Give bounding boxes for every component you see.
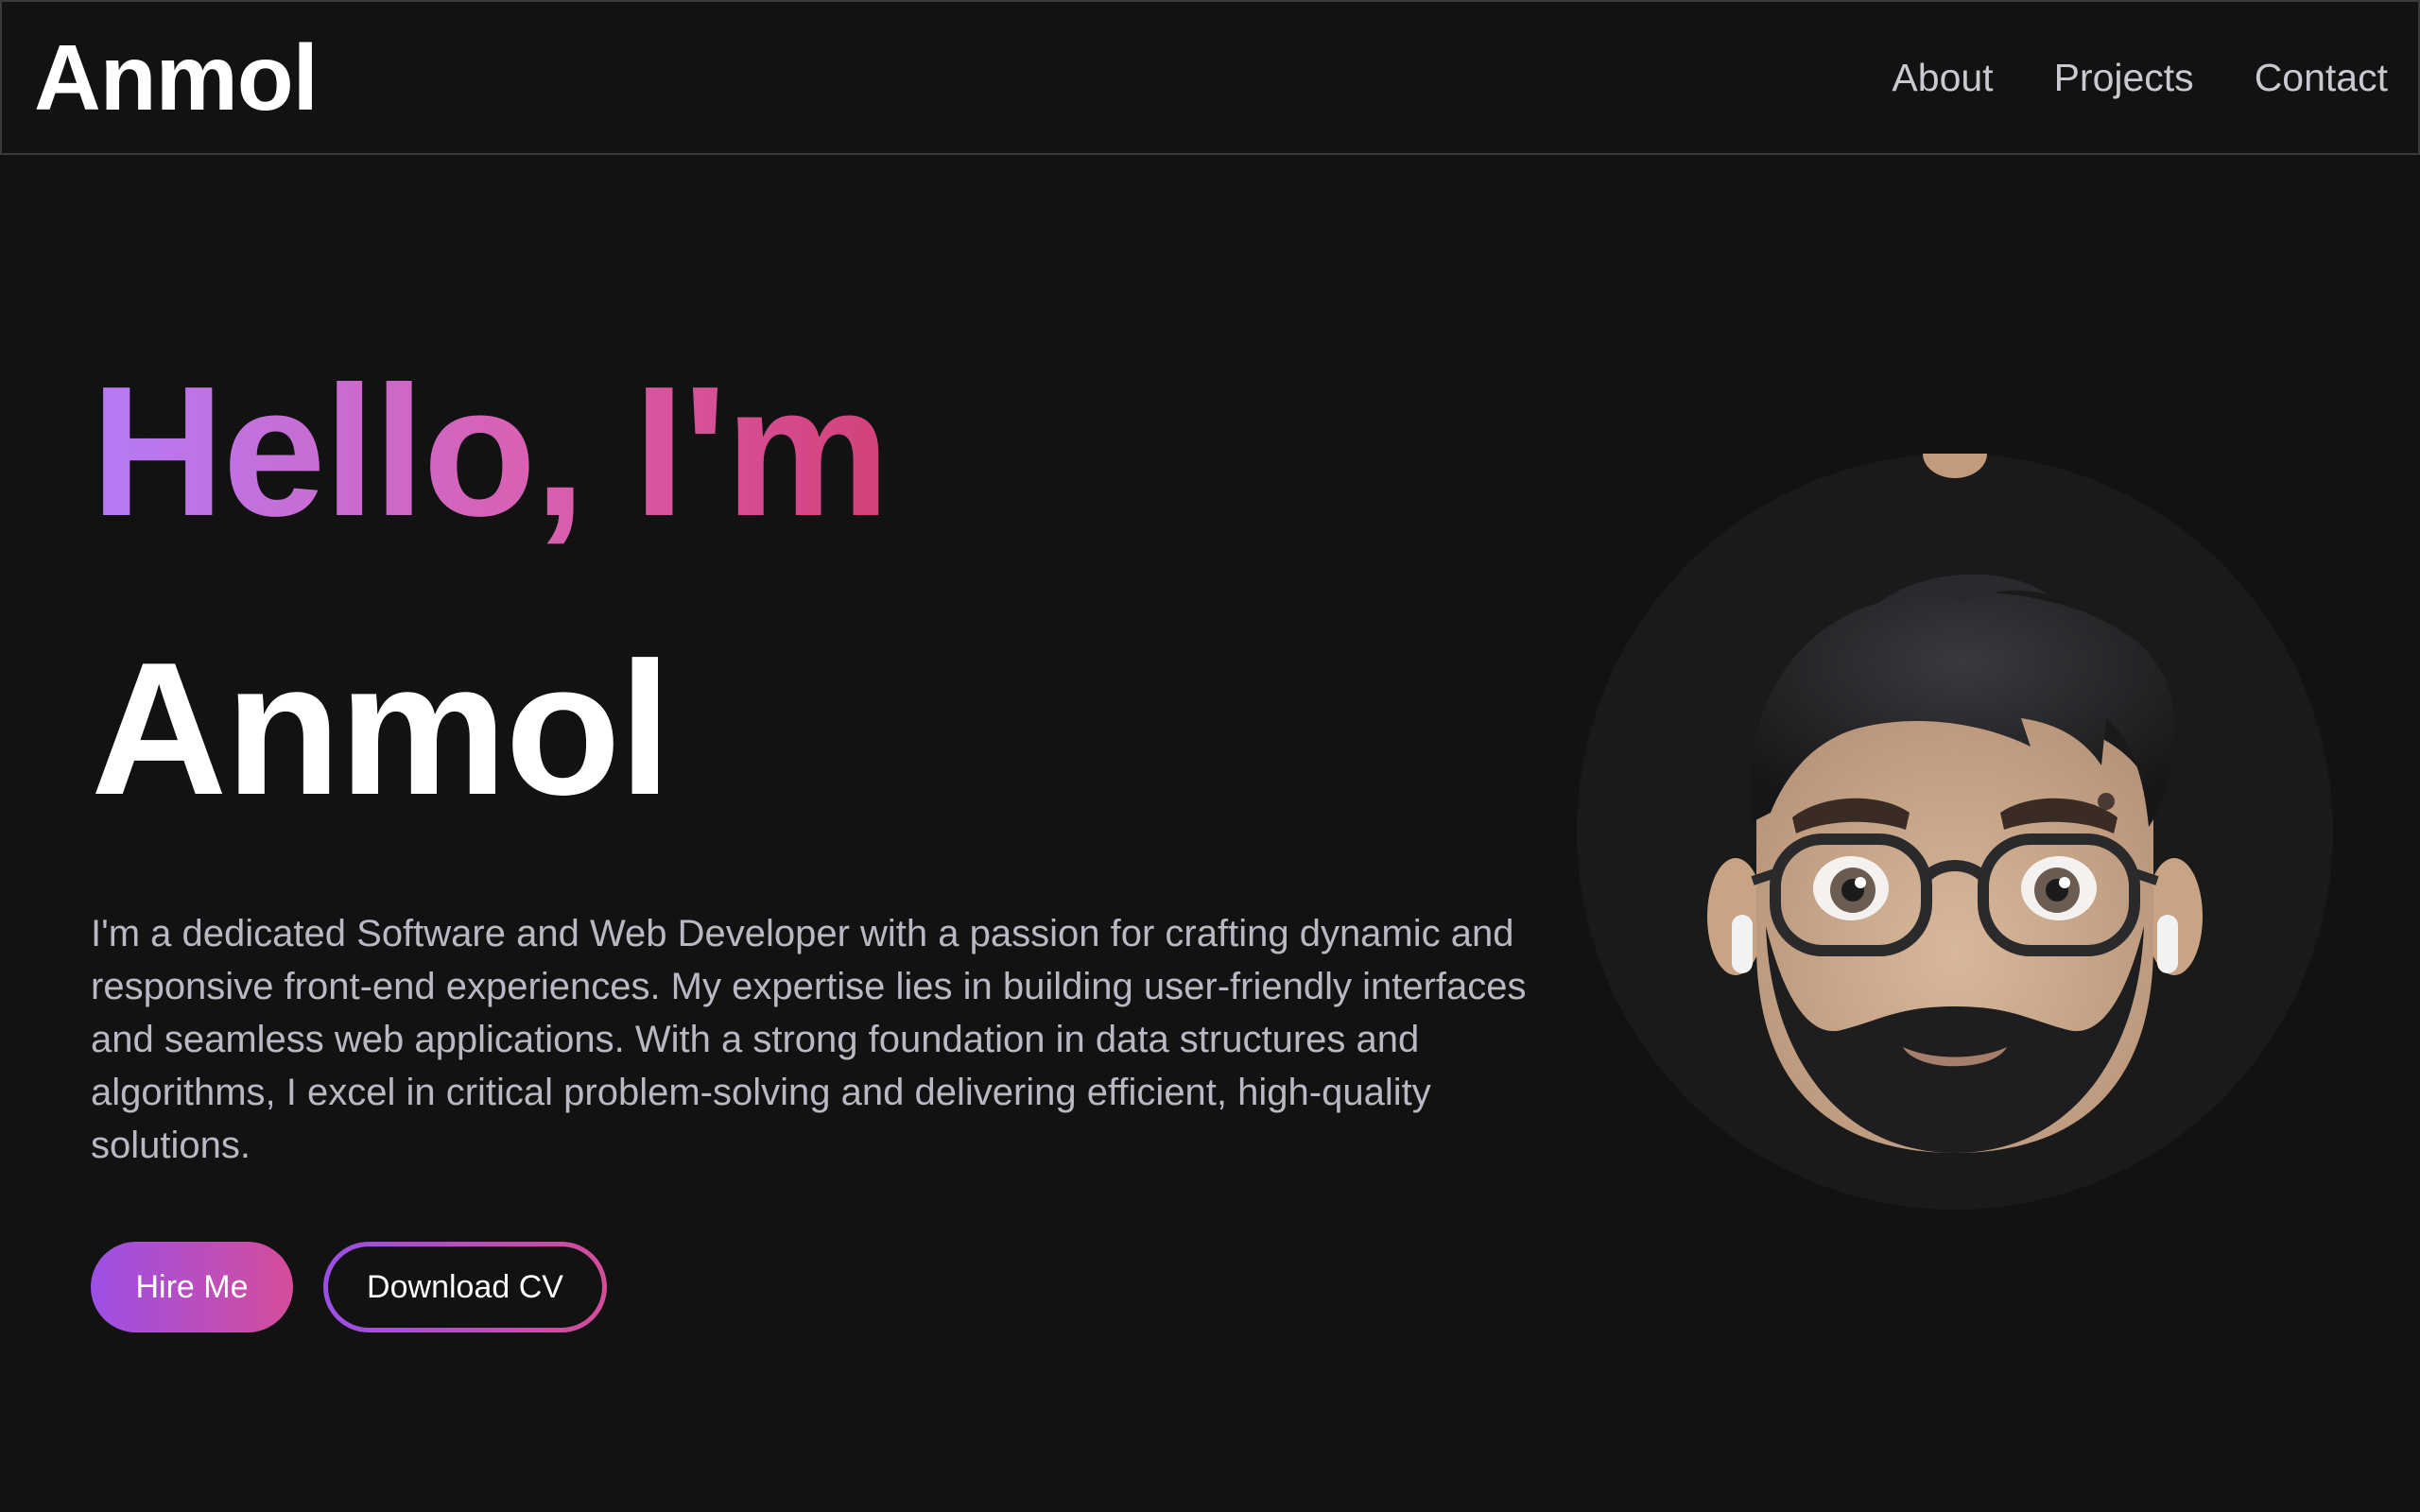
portfolio-page: Anmol About Projects Contact Hello, I'm … bbox=[0, 0, 2420, 1512]
brand-logo[interactable]: Anmol bbox=[34, 31, 319, 124]
hero-greeting: Hello, I'm bbox=[91, 359, 890, 573]
avatar bbox=[1577, 454, 2333, 1210]
hero-name: Anmol bbox=[91, 624, 671, 834]
nav-link-projects[interactable]: Projects bbox=[2054, 56, 2194, 100]
cta-buttons: Hire Me Download CV bbox=[91, 1242, 1565, 1332]
hire-me-button[interactable]: Hire Me bbox=[91, 1242, 293, 1332]
nav-link-contact[interactable]: Contact bbox=[2255, 56, 2388, 100]
hero-intro-text: I'm a dedicated Software and Web Develop… bbox=[91, 913, 1527, 1166]
download-cv-button[interactable]: Download CV bbox=[323, 1242, 607, 1332]
hero-section: Hello, I'm Anmol I'm a dedicated Softwar… bbox=[91, 359, 1565, 1332]
memoji-avatar-icon bbox=[1707, 454, 2203, 1153]
navbar: Anmol About Projects Contact bbox=[0, 0, 2420, 155]
nav-links: About Projects Contact bbox=[1892, 56, 2388, 100]
nav-link-about[interactable]: About bbox=[1892, 56, 1993, 100]
